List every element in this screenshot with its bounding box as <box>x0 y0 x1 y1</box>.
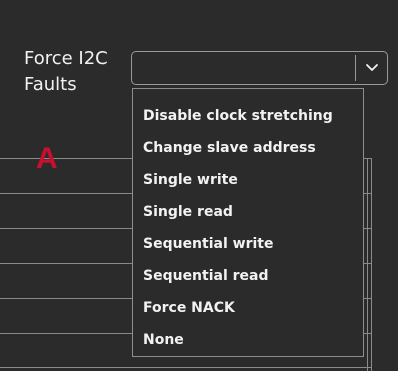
option-none[interactable]: None <box>133 324 363 356</box>
option-change-slave-address[interactable]: Change slave address <box>133 132 363 164</box>
option-sequential-read[interactable]: Sequential read <box>133 260 363 292</box>
option-sequential-write[interactable]: Sequential write <box>133 228 363 260</box>
option-single-write[interactable]: Single write <box>133 164 363 196</box>
force-i2c-faults-combobox[interactable] <box>131 51 388 85</box>
grid-column-divider <box>371 158 372 371</box>
chevron-down-icon[interactable] <box>356 52 387 84</box>
option-disable-clock-stretching[interactable]: Disable clock stretching <box>133 100 363 132</box>
grid-column-divider <box>367 158 368 371</box>
fault-settings-panel: Force I2C Faults A Disable clock stretch… <box>0 0 398 371</box>
option-single-read[interactable]: Single read <box>133 196 363 228</box>
annotation-marker-a: A <box>36 142 58 175</box>
fault-options-dropdown: Disable clock stretching Change slave ad… <box>132 88 364 357</box>
option-force-nack[interactable]: Force NACK <box>133 292 363 324</box>
force-i2c-faults-label: Force I2C Faults <box>24 48 108 95</box>
